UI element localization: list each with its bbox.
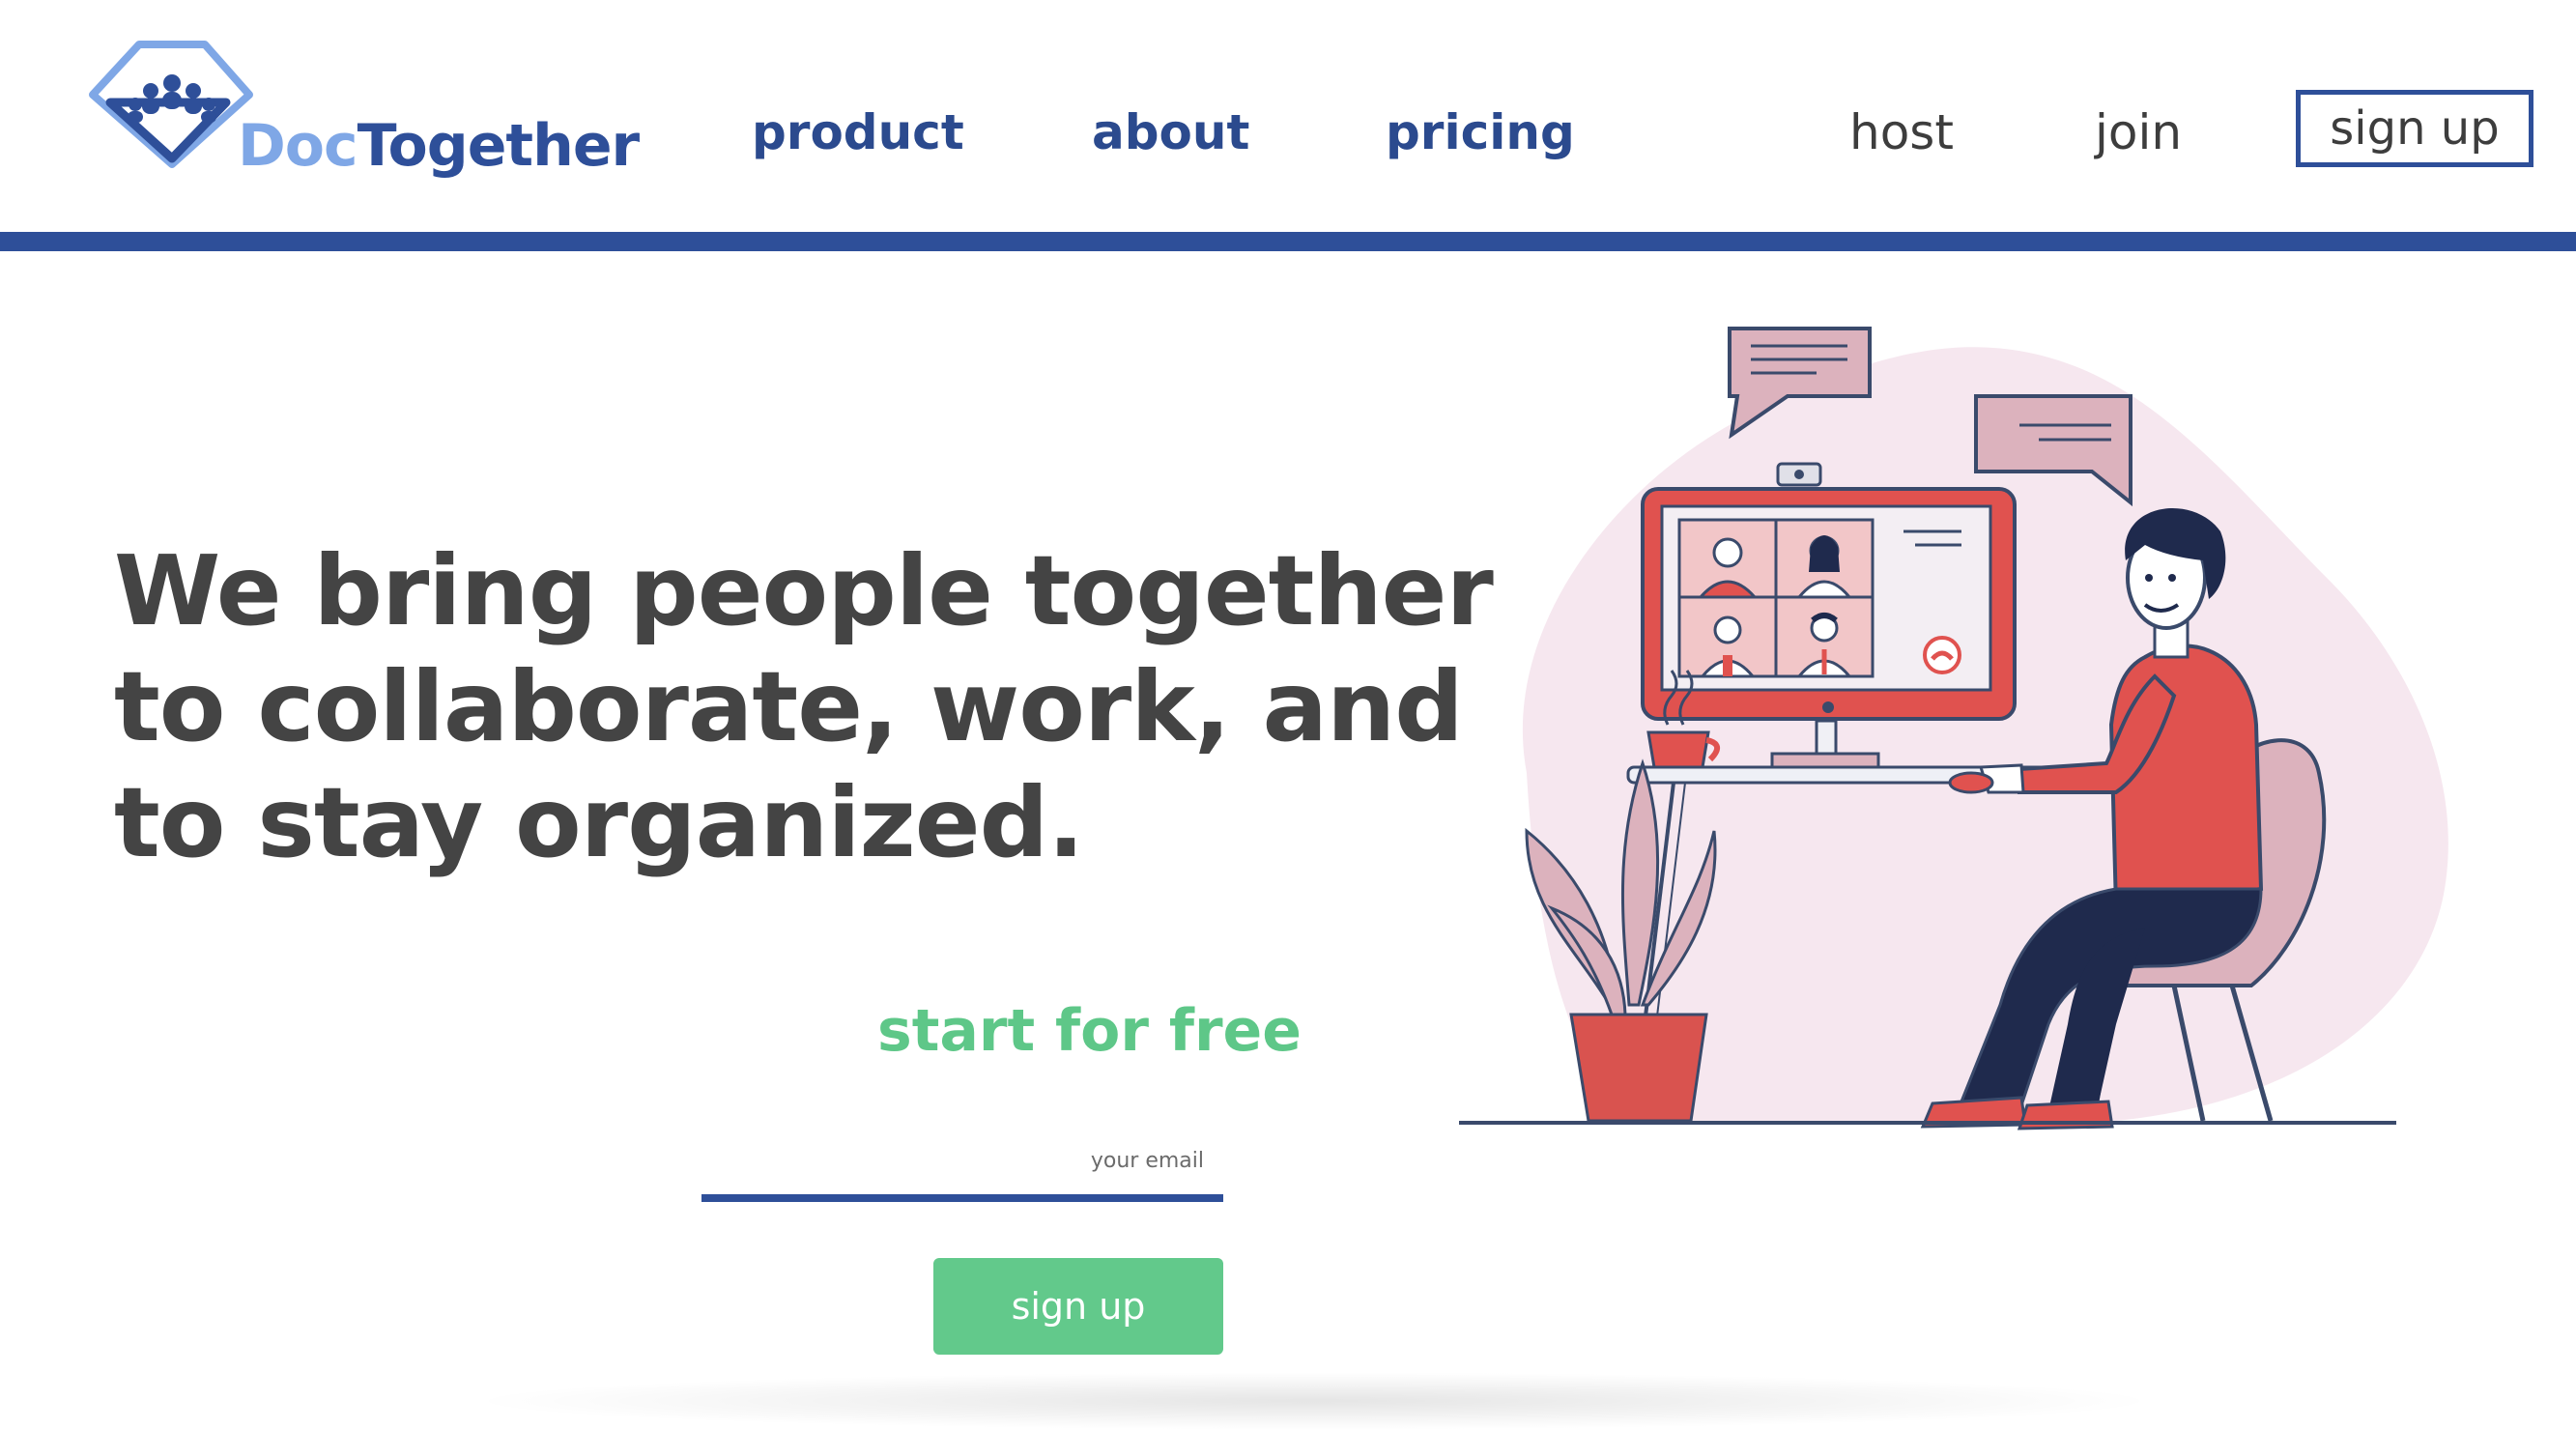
brand-name[interactable]: DocTogether (238, 112, 641, 180)
nav-signup-button[interactable]: sign up (2296, 90, 2533, 167)
signup-button[interactable]: sign up (933, 1258, 1223, 1355)
nav-join[interactable]: join (2095, 104, 2182, 160)
cta-heading: start for free (877, 997, 1302, 1065)
logo-icon[interactable] (89, 35, 253, 170)
nav-host[interactable]: host (1849, 104, 1954, 160)
video-call-monitor-icon (1641, 487, 2017, 721)
email-input[interactable] (701, 1136, 1223, 1202)
hero-headline-line3: to stay organized. (114, 766, 1084, 879)
hero-illustration (1459, 327, 2448, 1130)
nav-about[interactable]: about (1092, 104, 1249, 160)
hero-headline: We bring people together to collaborate,… (114, 533, 1494, 881)
hero-headline-line1: We bring people together (114, 534, 1494, 647)
nav-product[interactable]: product (752, 104, 964, 160)
end-call-icon (1923, 636, 1961, 674)
brand-name-part1: Doc (238, 112, 358, 180)
header-divider (0, 232, 2576, 251)
brand-name-part2: Together (357, 112, 641, 180)
hero-headline-line2: to collaborate, work, and (114, 650, 1464, 763)
nav-pricing[interactable]: pricing (1386, 104, 1575, 160)
section-shadow (464, 1372, 2164, 1430)
